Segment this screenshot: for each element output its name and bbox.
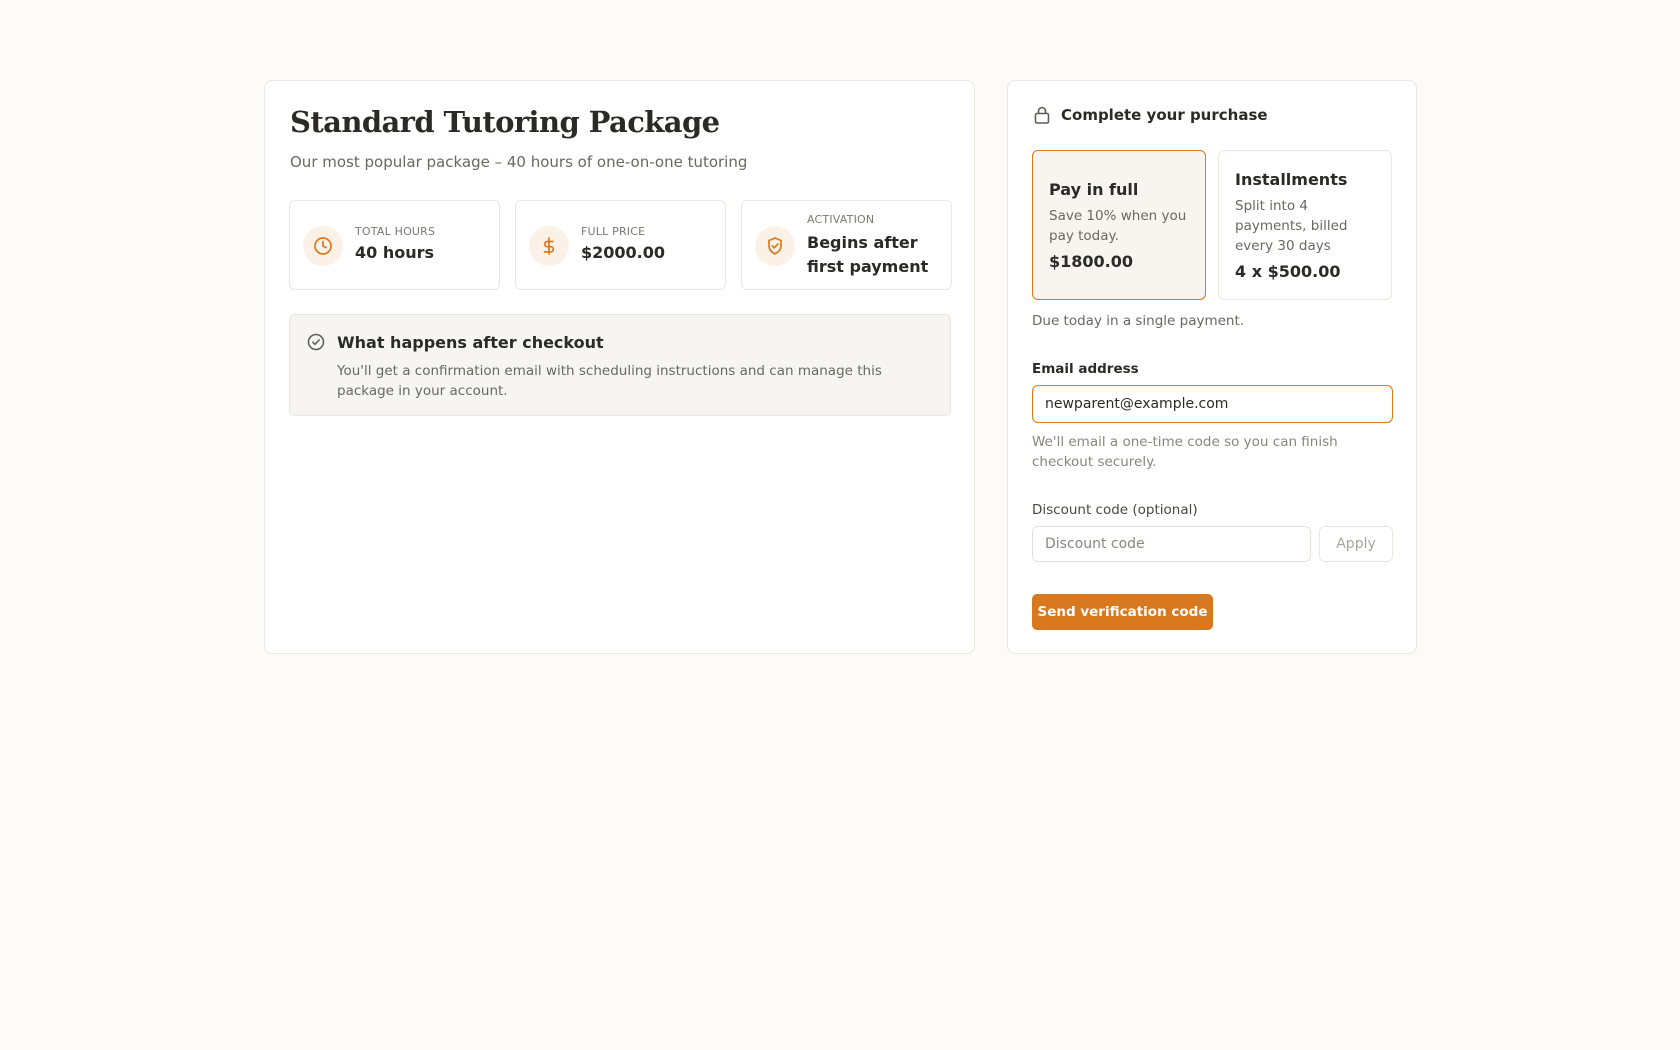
package-title: Standard Tutoring Package [290, 105, 720, 139]
payment-option-installments[interactable]: Installments Split into 4 payments, bill… [1218, 150, 1392, 300]
dollar-icon [529, 226, 569, 266]
option-price: $1800.00 [1049, 251, 1134, 271]
option-description: Split into 4 payments, billed every 30 d… [1235, 197, 1348, 254]
send-verification-code-button[interactable]: Send verification code [1032, 594, 1213, 630]
option-price: 4 x $500.00 [1235, 261, 1341, 281]
stat-full-price: FULL PRICE $2000.00 [515, 200, 726, 290]
payment-option-pay-in-full[interactable]: Pay in full Save 10% when you pay today.… [1032, 150, 1206, 300]
purchase-card: Complete your purchase Pay in full Save … [1007, 80, 1417, 654]
stat-label: ACTIVATION [807, 213, 875, 226]
purchase-header: Complete your purchase [1032, 105, 1268, 125]
shield-check-icon [755, 226, 795, 266]
stat-total-hours: TOTAL HOURS 40 hours [289, 200, 500, 290]
option-title: Pay in full [1049, 179, 1139, 199]
info-title: What happens after checkout [337, 333, 604, 352]
clock-icon [303, 226, 343, 266]
stat-value: $2000.00 [581, 243, 666, 262]
stat-value: Begins after first payment [807, 233, 929, 276]
option-description: Save 10% when you pay today. [1049, 207, 1187, 244]
purchase-title: Complete your purchase [1061, 106, 1268, 124]
apply-discount-button[interactable]: Apply [1319, 526, 1393, 562]
stat-activation: ACTIVATION Begins after first payment [741, 200, 952, 290]
due-note: Due today in a single payment. [1032, 313, 1245, 329]
stat-label: FULL PRICE [581, 225, 646, 238]
check-circle-icon [307, 333, 325, 355]
discount-code-input[interactable] [1032, 526, 1311, 562]
option-title: Installments [1235, 169, 1348, 189]
stat-value: 40 hours [355, 243, 435, 262]
discount-label: Discount code (optional) [1032, 502, 1198, 518]
email-label: Email address [1032, 361, 1139, 377]
checkout-info-box: What happens after checkout You'll get a… [289, 314, 951, 416]
email-help-text: We'll email a one-time code so you can f… [1032, 434, 1338, 470]
email-field[interactable] [1032, 385, 1393, 423]
stat-label: TOTAL HOURS [355, 225, 436, 238]
lock-icon [1032, 105, 1052, 125]
package-card: Standard Tutoring Package Our most popul… [264, 80, 975, 654]
info-text: You'll get a confirmation email with sch… [337, 363, 882, 399]
package-subtitle: Our most popular package – 40 hours of o… [290, 153, 748, 171]
